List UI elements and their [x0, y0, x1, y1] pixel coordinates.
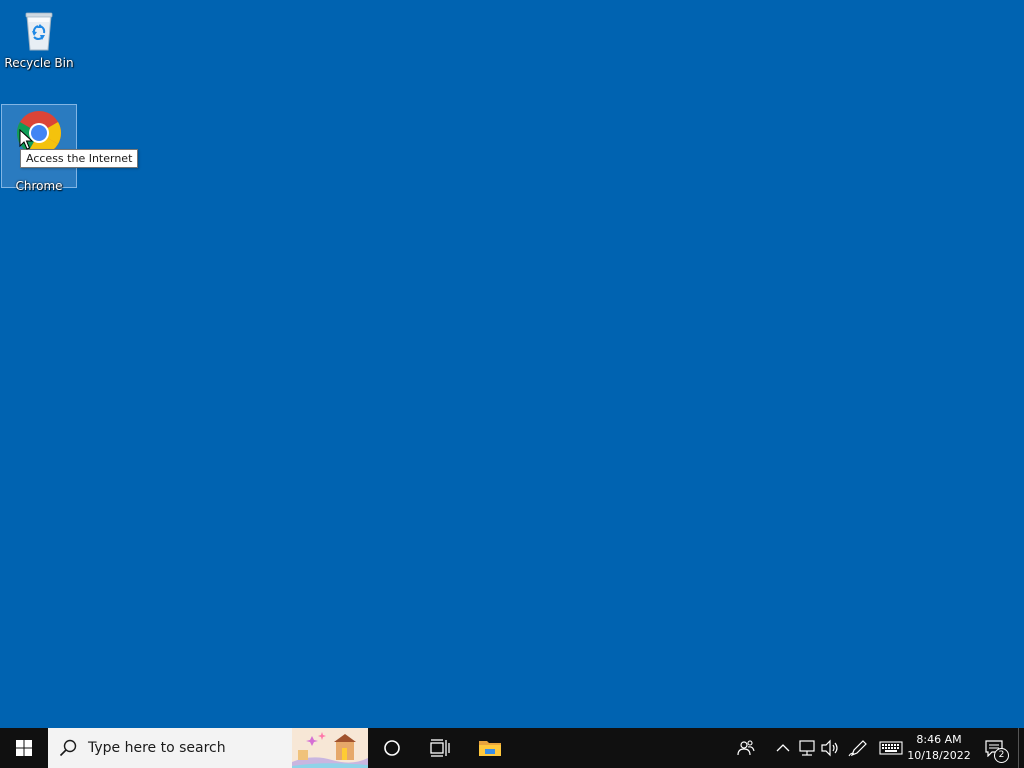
cortana-button[interactable]	[368, 728, 416, 768]
windows-logo-icon	[16, 740, 32, 756]
search-highlight-icon[interactable]	[292, 728, 368, 768]
recycle-bin-icon	[25, 12, 53, 51]
desktop: Recycle Bin Chrome Access the Internet	[0, 0, 1024, 728]
show-desktop-button[interactable]	[1018, 728, 1024, 768]
cortana-icon	[384, 740, 400, 756]
windows-ink-button[interactable]	[846, 728, 870, 768]
action-center-button[interactable]: 2	[978, 728, 1010, 768]
search-placeholder: Type here to search	[88, 740, 226, 756]
tooltip: Access the Internet	[20, 149, 139, 168]
task-view-button[interactable]	[416, 728, 464, 768]
volume-icon	[821, 739, 838, 757]
search-icon	[59, 739, 77, 757]
network-button[interactable]	[795, 728, 819, 768]
desktop-icon-chrome[interactable]: Chrome	[1, 104, 77, 193]
desktop-icon-label: Chrome	[15, 179, 63, 193]
desktop-icon-recycle-bin[interactable]: Recycle Bin	[1, 2, 77, 74]
people-button[interactable]	[734, 728, 758, 768]
search-box[interactable]: Type here to search	[48, 728, 368, 768]
clock[interactable]: 8:46 AM 10/18/2022	[906, 728, 972, 768]
keyboard-icon	[879, 741, 903, 755]
clock-time: 8:46 AM	[916, 733, 962, 746]
desktop-icon-label: Recycle Bin	[4, 56, 74, 70]
task-view-icon	[430, 739, 450, 757]
file-explorer-button[interactable]	[466, 728, 514, 768]
chevron-up-icon	[776, 744, 790, 752]
touch-keyboard-button[interactable]	[876, 728, 906, 768]
volume-button[interactable]	[818, 728, 842, 768]
people-icon	[737, 740, 755, 756]
notification-badge: 2	[994, 748, 1009, 763]
start-button[interactable]	[0, 728, 48, 768]
pen-icon	[848, 740, 867, 757]
show-hidden-icons-button[interactable]	[771, 728, 795, 768]
clock-date: 10/18/2022	[907, 749, 971, 762]
mouse-cursor-icon	[19, 129, 33, 150]
taskbar: Type here to search 8:46 AM 10/18/2022 2	[0, 728, 1024, 768]
network-icon	[799, 740, 815, 756]
folder-icon	[479, 741, 501, 756]
